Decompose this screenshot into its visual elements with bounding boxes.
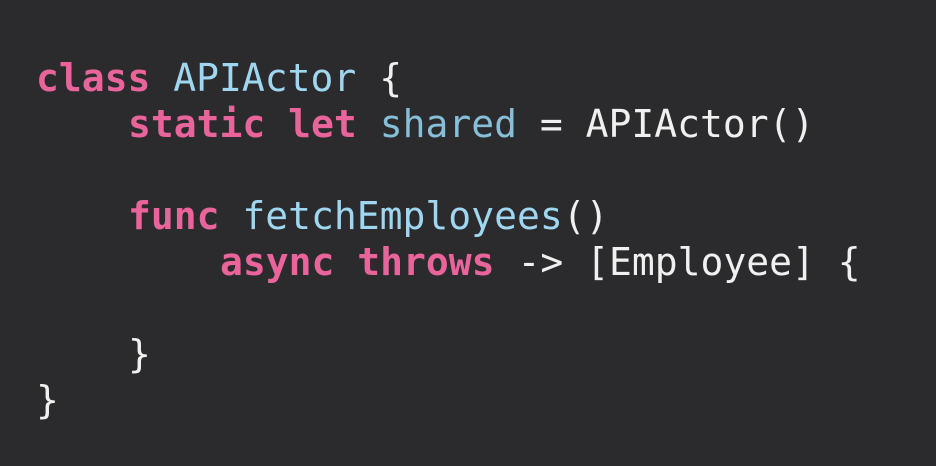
- code-line-8: }: [36, 377, 59, 423]
- return-arrow: ->: [517, 240, 564, 284]
- code-line-4: func fetchEmployees(): [36, 193, 608, 239]
- assign-operator: =: [539, 102, 563, 146]
- keyword-func: func: [128, 194, 220, 238]
- keyword-throws: throws: [357, 240, 495, 284]
- code-line-2: static let shared = APIActor(): [36, 101, 814, 147]
- keyword-async: async: [220, 240, 335, 284]
- code-editor: class APIActor { static let shared = API…: [0, 0, 936, 466]
- class-close-brace: }: [36, 378, 59, 422]
- type-name: APIActor: [173, 56, 357, 100]
- keyword-let: let: [288, 102, 357, 146]
- return-type: [Employee]: [586, 240, 815, 284]
- open-brace: {: [379, 56, 403, 100]
- identifier-shared: shared: [379, 102, 517, 146]
- function-parens: (): [562, 194, 609, 238]
- code-line-5: async throws -> [Employee] {: [36, 239, 861, 285]
- function-open-brace: {: [837, 240, 861, 284]
- code-line-7: }: [36, 331, 151, 377]
- function-close-brace: }: [128, 332, 151, 376]
- keyword-static: static: [128, 102, 266, 146]
- initializer-call: APIActor(): [585, 102, 815, 146]
- keyword-class: class: [36, 56, 151, 100]
- function-name: fetchEmployees: [242, 194, 563, 238]
- code-line-1: class APIActor {: [36, 55, 402, 101]
